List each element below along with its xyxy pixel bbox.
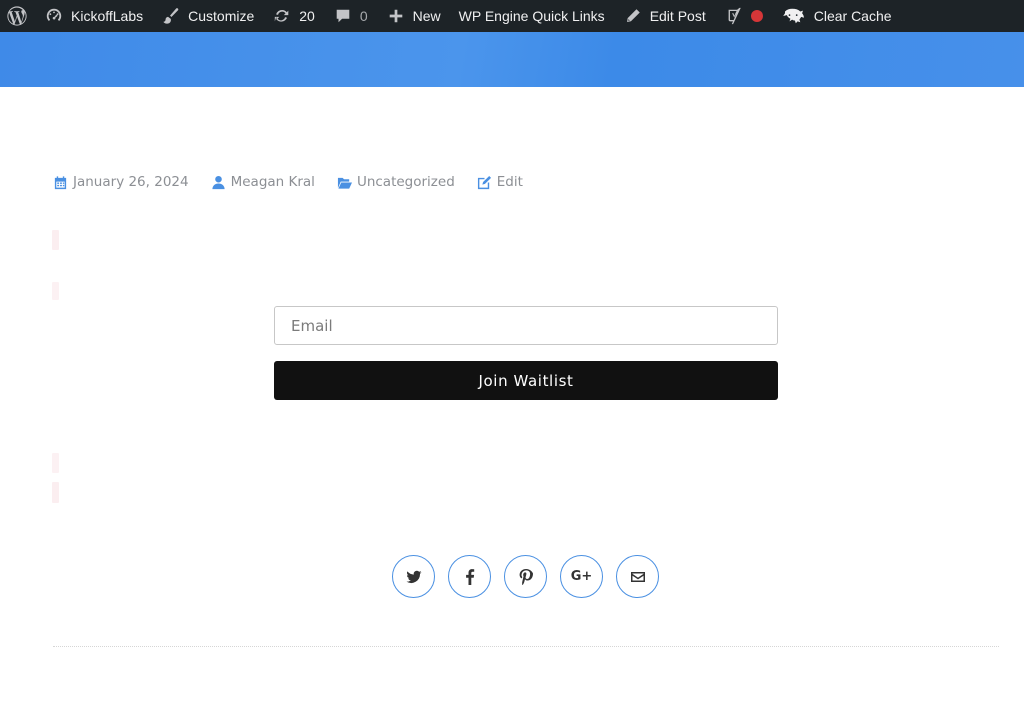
post-meta: January 26, 2024 Meagan Kral Uncategoriz… xyxy=(53,172,545,192)
cheetah-icon xyxy=(781,6,807,26)
site-header-banner xyxy=(0,32,1024,87)
facebook-icon xyxy=(465,568,474,585)
faint-marker xyxy=(52,453,59,473)
share-buttons: G+ xyxy=(392,555,672,598)
yoast-seo-menu[interactable] xyxy=(715,0,772,32)
share-twitter-button[interactable] xyxy=(392,555,435,598)
calendar-icon xyxy=(53,175,68,190)
dashboard-gauge-icon xyxy=(44,6,64,26)
share-email-button[interactable] xyxy=(616,555,659,598)
edit-post-link[interactable]: Edit Post xyxy=(614,0,715,32)
customize-link[interactable]: Customize xyxy=(152,0,263,32)
section-divider xyxy=(53,646,999,647)
post-edit-text: Edit xyxy=(496,174,523,190)
paintbrush-icon xyxy=(161,6,181,26)
post-author[interactable]: Meagan Kral xyxy=(211,174,315,190)
folder-open-icon xyxy=(337,175,352,190)
post-author-text: Meagan Kral xyxy=(230,174,315,190)
pinterest-icon xyxy=(519,568,533,585)
wordpress-logo-menu[interactable] xyxy=(0,0,35,32)
clear-cache-button[interactable]: Clear Cache xyxy=(772,0,901,32)
comments-count: 0 xyxy=(359,8,368,24)
twitter-icon xyxy=(406,570,421,583)
updates-count: 20 xyxy=(299,8,315,24)
post-date[interactable]: January 26, 2024 xyxy=(53,174,189,190)
seo-status-dot xyxy=(750,10,763,22)
customize-label: Customize xyxy=(188,8,255,24)
faint-marker xyxy=(52,282,59,300)
post-category-text: Uncategorized xyxy=(356,174,455,190)
updates-refresh-icon xyxy=(272,6,292,26)
wp-engine-quick-links-menu[interactable]: WP Engine Quick Links xyxy=(450,0,614,32)
yoast-icon xyxy=(724,6,744,26)
plus-icon xyxy=(386,6,406,26)
user-icon xyxy=(211,175,226,190)
site-name-label: KickoffLabs xyxy=(71,8,144,24)
comment-bubble-icon xyxy=(333,6,353,26)
admin-bar: KickoffLabs Customize 20 0 New WP Engine… xyxy=(0,0,1024,32)
share-google-plus-button[interactable]: G+ xyxy=(560,555,603,598)
wp-engine-label: WP Engine Quick Links xyxy=(458,8,605,24)
new-label: New xyxy=(412,8,441,24)
pencil-icon xyxy=(623,6,643,26)
edit-square-icon xyxy=(477,175,492,190)
envelope-icon xyxy=(630,571,645,582)
join-waitlist-button[interactable]: Join Waitlist xyxy=(274,361,778,400)
post-category[interactable]: Uncategorized xyxy=(337,174,455,190)
share-facebook-button[interactable] xyxy=(448,555,491,598)
site-name-menu[interactable]: KickoffLabs xyxy=(35,0,152,32)
new-content-menu[interactable]: New xyxy=(377,0,450,32)
post-date-text: January 26, 2024 xyxy=(73,174,189,190)
edit-post-label: Edit Post xyxy=(649,8,706,24)
updates-link[interactable]: 20 xyxy=(263,0,324,32)
email-input[interactable] xyxy=(274,306,778,345)
comments-link[interactable]: 0 xyxy=(324,0,377,32)
wordpress-icon xyxy=(5,4,29,28)
google-plus-icon: G+ xyxy=(570,569,593,584)
clear-cache-label: Clear Cache xyxy=(813,8,892,24)
faint-marker xyxy=(52,482,59,503)
faint-marker xyxy=(52,230,59,250)
post-edit-link[interactable]: Edit xyxy=(477,174,523,190)
share-pinterest-button[interactable] xyxy=(504,555,547,598)
